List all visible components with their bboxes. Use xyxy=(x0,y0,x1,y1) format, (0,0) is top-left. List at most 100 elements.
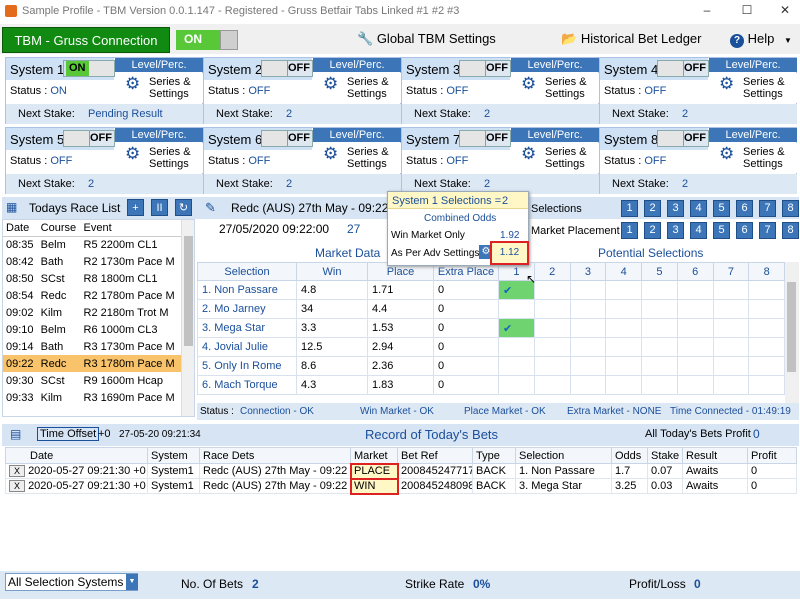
series-settings-button[interactable]: ⚙ Series & Settings xyxy=(115,73,203,103)
potential-selection-check[interactable]: ✔ xyxy=(498,318,535,338)
help-button[interactable]: ? Help ▼ xyxy=(730,31,792,48)
potential-selection-cell[interactable] xyxy=(533,318,571,338)
potential-selection-cell[interactable] xyxy=(533,375,571,395)
potential-selection-cell[interactable] xyxy=(605,318,642,338)
placement-num-button[interactable]: 3 xyxy=(667,222,684,239)
runner-row[interactable]: 5. Only In Rome 8.6 2.36 0 xyxy=(197,356,785,376)
potential-selection-cell[interactable] xyxy=(641,337,678,357)
potential-selection-cell[interactable] xyxy=(748,375,785,395)
ledger-row[interactable]: X 2020-05-27 09:21:30 +0 System1 Redc (AUS… xyxy=(5,477,797,495)
potential-selection-cell[interactable] xyxy=(748,356,785,376)
potential-selection-cell[interactable] xyxy=(676,356,714,376)
potential-selection-cell[interactable] xyxy=(712,375,750,395)
potential-selection-cell[interactable] xyxy=(641,318,678,338)
global-settings-button[interactable]: 🔧 Global TBM Settings xyxy=(357,31,496,47)
system-toggle[interactable]: OFF xyxy=(657,130,709,147)
system-toggle[interactable]: ON xyxy=(63,60,115,77)
selection-num-button[interactable]: 8 xyxy=(782,200,799,217)
potential-selection-cell[interactable] xyxy=(676,375,714,395)
potential-selection-cell[interactable] xyxy=(712,318,750,338)
systems-select[interactable]: All Selection Systems ▼ xyxy=(5,573,138,591)
runner-row[interactable]: 2. Mo Jarney 34 4.4 0 xyxy=(197,299,785,319)
level-perc-button[interactable]: Level/Perc. xyxy=(115,128,203,142)
market-scrollbar[interactable] xyxy=(785,262,799,403)
potential-selection-cell[interactable] xyxy=(641,280,678,300)
gruss-connection-button[interactable]: TBM - Gruss Connection xyxy=(2,27,170,53)
potential-selection-cell[interactable] xyxy=(533,337,571,357)
race-row[interactable]: 08:42 Bath R2 1730m Pace M xyxy=(3,253,181,270)
delete-bet-button[interactable]: X xyxy=(9,480,25,492)
pause-button[interactable]: II xyxy=(151,199,168,216)
selection-num-button[interactable]: 5 xyxy=(713,200,730,217)
refresh-button[interactable]: ↻ xyxy=(175,199,192,216)
potential-selection-cell[interactable] xyxy=(748,318,785,338)
placement-num-button[interactable]: 6 xyxy=(736,222,753,239)
series-settings-button[interactable]: ⚙ Series & Settings xyxy=(313,143,401,173)
race-row[interactable]: 09:02 Kilm R2 2180m Trot M xyxy=(3,304,181,321)
race-row[interactable]: 09:33 Kilm R3 1690m Pace M xyxy=(3,389,181,406)
level-perc-button[interactable]: Level/Perc. xyxy=(313,58,401,72)
potential-selection-cell[interactable] xyxy=(569,375,607,395)
potential-selection-cell[interactable] xyxy=(641,299,678,319)
time-offset-button[interactable]: Time Offset xyxy=(37,427,100,441)
series-settings-button[interactable]: ⚙ Series & Settings xyxy=(709,73,797,103)
race-row[interactable]: 08:50 SCst R8 1800m CL1 xyxy=(3,270,181,287)
potential-selection-cell[interactable] xyxy=(569,299,607,319)
potential-selection-cell[interactable] xyxy=(676,318,714,338)
add-race-button[interactable]: + xyxy=(127,199,144,216)
runner-row[interactable]: 1. Non Passare 4.8 1.71 0 ✔ xyxy=(197,280,785,300)
level-perc-button[interactable]: Level/Perc. xyxy=(115,58,203,72)
series-settings-button[interactable]: ⚙ Series & Settings xyxy=(511,73,599,103)
level-perc-button[interactable]: Level/Perc. xyxy=(709,58,797,72)
potential-selection-cell[interactable] xyxy=(712,337,750,357)
selection-num-button[interactable]: 1 xyxy=(621,200,638,217)
potential-selection-cell[interactable] xyxy=(605,356,642,376)
potential-selection-check[interactable] xyxy=(498,375,535,395)
potential-selection-cell[interactable] xyxy=(533,299,571,319)
selection-num-button[interactable]: 6 xyxy=(736,200,753,217)
series-settings-button[interactable]: ⚙ Series & Settings xyxy=(709,143,797,173)
potential-selection-cell[interactable] xyxy=(712,356,750,376)
selection-num-button[interactable]: 4 xyxy=(690,200,707,217)
potential-selection-cell[interactable] xyxy=(605,299,642,319)
race-row[interactable]: 08:54 Redc R2 1780m Pace M xyxy=(3,287,181,304)
race-row[interactable]: 08:35 Belm R5 2200m CL1 xyxy=(3,236,181,253)
potential-selection-cell[interactable] xyxy=(676,299,714,319)
placement-num-button[interactable]: 1 xyxy=(621,222,638,239)
placement-num-button[interactable]: 5 xyxy=(713,222,730,239)
race-list-scrollbar[interactable] xyxy=(181,220,194,416)
race-row[interactable]: 09:22 Redc R3 1780m Pace M xyxy=(3,355,181,372)
historical-ledger-button[interactable]: 📂 Historical Bet Ledger xyxy=(561,31,701,47)
system-toggle[interactable]: OFF xyxy=(459,130,511,147)
potential-selection-cell[interactable] xyxy=(569,356,607,376)
series-settings-button[interactable]: ⚙ Series & Settings xyxy=(313,73,401,103)
ledger-row[interactable]: X 2020-05-27 09:21:30 +0 System1 Redc (AUS… xyxy=(5,462,797,480)
potential-selection-cell[interactable] xyxy=(569,280,607,300)
system-toggle[interactable]: OFF xyxy=(63,130,115,147)
placement-num-button[interactable]: 7 xyxy=(759,222,776,239)
runner-row[interactable]: 4. Jovial Julie 12.5 2.94 0 xyxy=(197,337,785,357)
system-toggle[interactable]: OFF xyxy=(459,60,511,77)
scroll-thumb[interactable] xyxy=(184,236,193,346)
runner-row[interactable]: 6. Mach Torque 4.3 1.83 0 xyxy=(197,375,785,395)
runner-row[interactable]: 3. Mega Star 3.3 1.53 0 ✔ xyxy=(197,318,785,338)
selection-num-button[interactable]: 7 xyxy=(759,200,776,217)
series-settings-button[interactable]: ⚙ Series & Settings xyxy=(115,143,203,173)
potential-selection-cell[interactable] xyxy=(605,337,642,357)
race-row[interactable]: 09:10 Belm R6 1000m CL3 xyxy=(3,321,181,338)
delete-bet-button[interactable]: X xyxy=(9,465,25,477)
minimize-icon[interactable]: – xyxy=(700,3,714,17)
potential-selection-check[interactable] xyxy=(498,356,535,376)
potential-selection-cell[interactable] xyxy=(605,375,642,395)
potential-selection-cell[interactable] xyxy=(533,356,571,376)
selection-num-button[interactable]: 3 xyxy=(667,200,684,217)
potential-selection-cell[interactable] xyxy=(748,299,785,319)
series-settings-button[interactable]: ⚙ Series & Settings xyxy=(511,143,599,173)
system-toggle[interactable]: OFF xyxy=(261,130,313,147)
placement-num-button[interactable]: 4 xyxy=(690,222,707,239)
potential-selection-check[interactable] xyxy=(498,337,535,357)
level-perc-button[interactable]: Level/Perc. xyxy=(511,128,599,142)
level-perc-button[interactable]: Level/Perc. xyxy=(511,58,599,72)
system-toggle[interactable]: OFF xyxy=(261,60,313,77)
potential-selection-check[interactable] xyxy=(498,299,535,319)
